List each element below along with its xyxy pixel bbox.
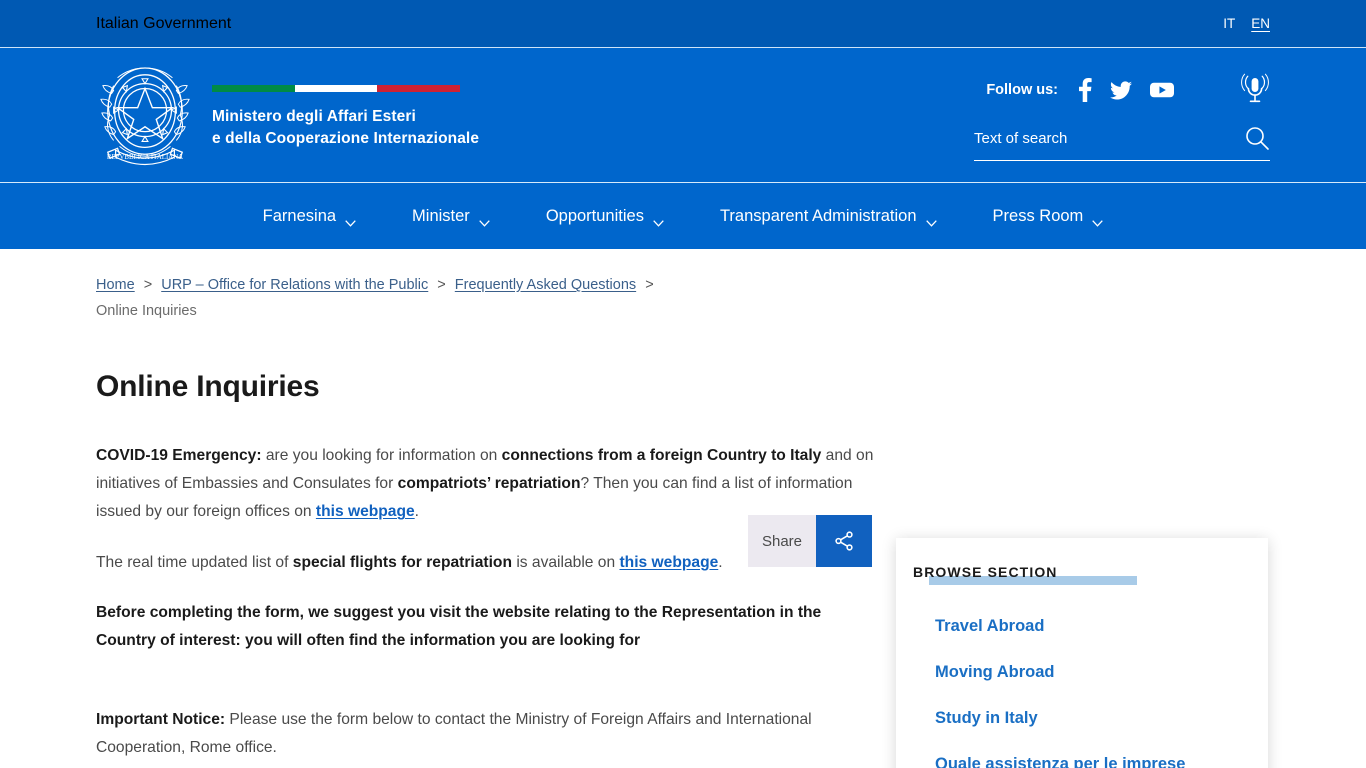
- paragraph-text: .: [718, 553, 723, 571]
- important-notice-paragraph: Important Notice: Please use the form be…: [96, 706, 878, 763]
- site-masthead: REPVBBLICA ITALIANA Ministero degli Affa…: [0, 47, 1366, 182]
- ministry-name-line2: e della Cooperazione Internazionale: [212, 129, 480, 147]
- nav-label: Farnesina: [262, 206, 337, 225]
- covid-paragraph: COVID-19 Emergency: are you looking for …: [96, 442, 878, 527]
- search-input[interactable]: [974, 129, 1244, 147]
- sidebar-item-assistenza-imprese[interactable]: Quale assistenza per le imprese italiane…: [896, 742, 1268, 768]
- emphasis-text: Before completing the form, we suggest y…: [96, 604, 822, 650]
- paragraph-text: is available on: [511, 553, 620, 571]
- nav-label: Opportunities: [545, 206, 644, 225]
- emphasis-text: connections from a foreign Country to It…: [501, 446, 822, 464]
- sidebar-item-travel-abroad[interactable]: Travel Abroad: [896, 604, 1268, 650]
- breadcrumb-link-home[interactable]: Home: [96, 277, 135, 293]
- breadcrumb-separator: >: [645, 277, 654, 293]
- language-switcher: IT EN: [1223, 16, 1270, 31]
- site-search[interactable]: [974, 125, 1270, 161]
- browse-section-list: Travel Abroad Moving Abroad Study in Ita…: [896, 604, 1268, 768]
- breadcrumb-current: Online Inquiries: [96, 302, 197, 319]
- emphasis-text: Important Notice:: [96, 710, 226, 728]
- twitter-icon[interactable]: [1110, 80, 1132, 100]
- emphasis-text: compatriots’ repatriation: [397, 474, 581, 492]
- nav-item-opportunities[interactable]: Opportunities: [518, 206, 692, 227]
- youtube-icon[interactable]: [1150, 81, 1174, 99]
- sidebar-item-study-in-italy[interactable]: Study in Italy: [896, 696, 1268, 742]
- chevron-down-icon: [1092, 213, 1104, 227]
- before-form-paragraph: Before completing the form, we suggest y…: [96, 599, 878, 656]
- government-label: Italian Government: [96, 14, 232, 32]
- breadcrumb-link-faq[interactable]: Frequently Asked Questions: [455, 277, 636, 293]
- browse-section-label: BROWSE SECTION: [913, 564, 1058, 580]
- nav-item-minister[interactable]: Minister: [384, 206, 518, 227]
- nav-label: Transparent Administration: [719, 206, 917, 225]
- emphasis-text: COVID-19 Emergency:: [96, 446, 262, 464]
- paragraph-text: are you looking for information on: [261, 446, 502, 464]
- breadcrumb-link-urp[interactable]: URP – Office for Relations with the Publ…: [161, 277, 428, 293]
- chevron-down-icon: [479, 213, 490, 227]
- follow-us-row: Follow us:: [986, 73, 1270, 107]
- main-navigation: Farnesina Minister Opportunities Transpa…: [0, 182, 1366, 249]
- italian-flag-bar: [212, 84, 461, 92]
- share-label[interactable]: Share: [748, 515, 816, 567]
- flag-red-band: [377, 84, 461, 92]
- share-nodes-icon[interactable]: [816, 515, 872, 567]
- paragraph-text: The real time updated list of: [96, 553, 293, 571]
- flag-green-band: [212, 84, 295, 92]
- ministry-name-line1: Ministero degli Affari Esteri: [212, 107, 416, 125]
- nav-item-transparent-administration[interactable]: Transparent Administration: [692, 206, 965, 227]
- sidebar-item-moving-abroad[interactable]: Moving Abroad: [896, 650, 1268, 696]
- article-body: COVID-19 Emergency: are you looking for …: [96, 442, 878, 768]
- chevron-down-icon: [345, 213, 356, 227]
- emphasis-text: special flights for repatriation: [292, 553, 512, 571]
- paragraph-text: .: [414, 503, 420, 521]
- language-option-it[interactable]: IT: [1223, 16, 1235, 31]
- microphone-podcast-icon[interactable]: [1240, 73, 1270, 107]
- chevron-down-icon: [653, 213, 664, 227]
- facebook-icon[interactable]: [1078, 78, 1092, 102]
- browse-section-panel: BROWSE SECTION Travel Abroad Moving Abro…: [896, 538, 1268, 768]
- page-title: Online Inquiries: [96, 369, 320, 403]
- svg-text:REPVBBLICA ITALIANA: REPVBBLICA ITALIANA: [107, 154, 183, 161]
- chevron-down-icon: [925, 213, 937, 227]
- breadcrumb-separator: >: [437, 277, 446, 293]
- brand-block[interactable]: REPVBBLICA ITALIANA Ministero degli Affa…: [96, 56, 479, 174]
- nav-item-farnesina[interactable]: Farnesina: [235, 206, 384, 227]
- page-body: Home > URP – Office for Relations with t…: [0, 249, 1366, 768]
- follow-us-label: Follow us:: [986, 82, 1058, 98]
- breadcrumb: Home > URP – Office for Relations with t…: [96, 273, 696, 325]
- flag-white-band: [294, 84, 378, 92]
- language-option-en[interactable]: EN: [1251, 16, 1270, 31]
- italian-republic-emblem: REPVBBLICA ITALIANA: [96, 56, 194, 174]
- search-icon[interactable]: [1244, 125, 1270, 151]
- inline-link[interactable]: this webpage: [619, 554, 718, 571]
- share-widget: Share: [748, 515, 872, 567]
- nav-item-press-room[interactable]: Press Room: [965, 206, 1132, 227]
- browse-section-heading: BROWSE SECTION: [913, 564, 1137, 585]
- nav-label: Press Room: [992, 206, 1084, 225]
- inline-link[interactable]: this webpage: [316, 503, 415, 520]
- nav-label: Minister: [412, 206, 470, 225]
- government-top-bar: Italian Government IT EN: [0, 0, 1366, 47]
- breadcrumb-separator: >: [143, 277, 153, 293]
